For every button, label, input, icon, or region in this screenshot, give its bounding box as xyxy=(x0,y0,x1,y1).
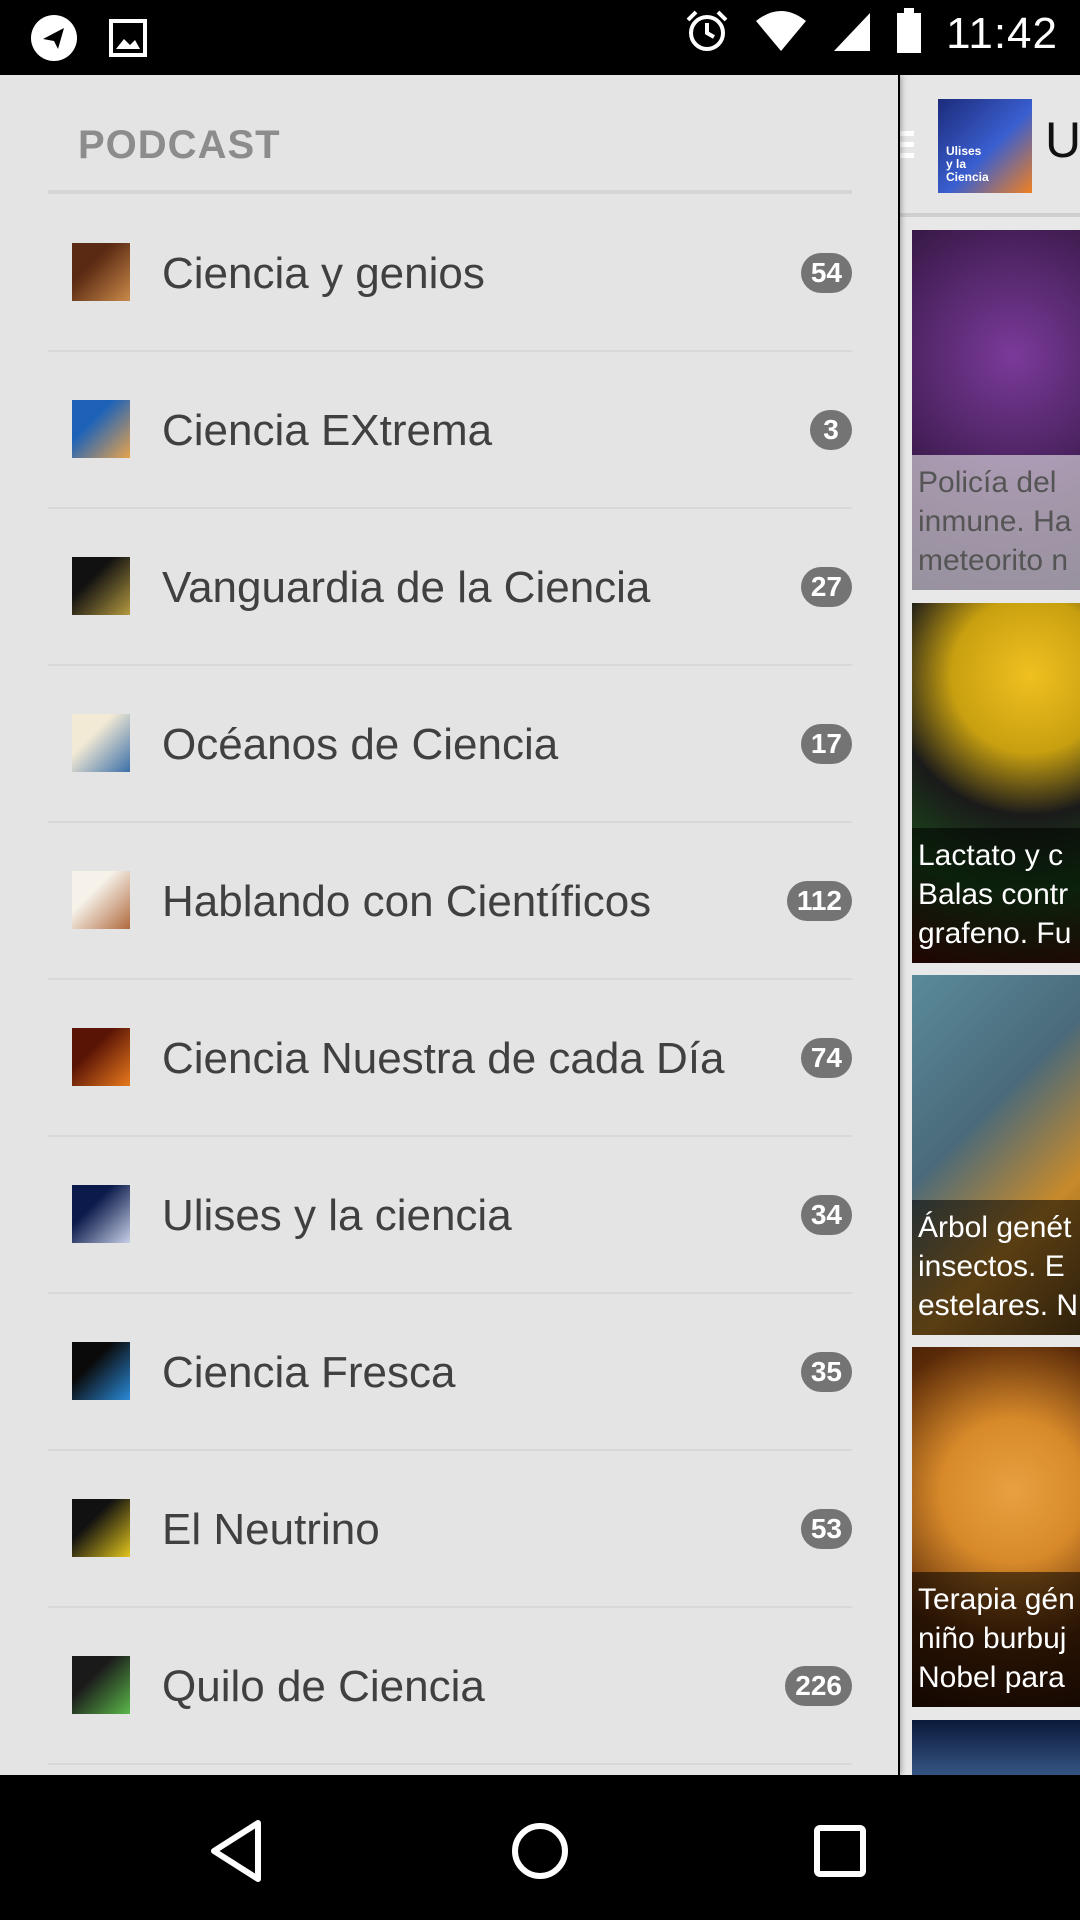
navigation-drawer: PODCAST Ciencia y genios 54 Ciencia EXtrem… xyxy=(0,75,898,1775)
podcast-thumbnail-icon xyxy=(72,243,130,301)
card-caption: Lactato y c Balas contr grafeno. Fu xyxy=(912,828,1080,963)
episode-count-badge: 3 xyxy=(810,410,852,450)
podcast-item-label: Ciencia Nuestra de cada Día xyxy=(162,1034,725,1083)
recents-icon[interactable] xyxy=(800,1811,880,1891)
podcast-item-label: Quilo de Ciencia xyxy=(162,1662,485,1711)
episode-count-badge: 17 xyxy=(800,724,852,764)
card-image xyxy=(912,1720,1080,1780)
podcast-item-label: Océanos de Ciencia xyxy=(162,720,559,769)
alarm-icon xyxy=(684,8,730,59)
podcast-item[interactable]: Ciencia Fresca 35 xyxy=(48,1294,852,1451)
menu-icon[interactable] xyxy=(900,131,914,161)
telegram-icon xyxy=(30,14,78,67)
episode-card[interactable]: Árbol genét insectos. E estelares. N xyxy=(912,975,1080,1335)
card-line: niño burbuj xyxy=(918,1622,1067,1655)
episode-card[interactable]: Terapia gén niño burbuj Nobel para xyxy=(912,1347,1080,1707)
battery-icon xyxy=(896,8,922,59)
card-line: meteorito n xyxy=(918,544,1069,577)
navigation-bar xyxy=(0,1775,1080,1920)
divider xyxy=(48,190,852,194)
card-line: Balas contr xyxy=(918,878,1069,911)
card-caption: Policía del inmune. Ha meteorito n xyxy=(912,455,1080,590)
episode-count-badge: 112 xyxy=(786,881,852,921)
episode-count-badge: 53 xyxy=(800,1509,852,1549)
main-content: Ulises y la Ciencia U Policía del inmune… xyxy=(900,75,1080,1780)
card-line: grafeno. Fu xyxy=(918,917,1072,950)
app-title: U xyxy=(1045,112,1080,168)
episode-count-badge: 35 xyxy=(800,1352,852,1392)
wifi-icon xyxy=(754,9,808,58)
podcast-item[interactable]: Hablando con Científicos 112 xyxy=(48,823,852,980)
card-line: Árbol genét xyxy=(918,1211,1072,1244)
podcast-thumbnail-icon xyxy=(72,714,130,772)
episode-count-badge: 54 xyxy=(800,253,852,293)
podcast-thumbnail-icon xyxy=(72,1028,130,1086)
podcast-item[interactable]: El Neutrino 53 xyxy=(48,1451,852,1608)
episode-count-badge: 27 xyxy=(800,567,852,607)
drawer-header: PODCAST xyxy=(78,123,281,167)
podcast-item-label: Vanguardia de la Ciencia xyxy=(162,563,651,612)
podcast-thumbnail-icon xyxy=(72,400,130,458)
card-line: insectos. E xyxy=(918,1250,1065,1283)
card-line: estelares. N xyxy=(918,1289,1079,1322)
podcast-item[interactable]: Ciencia Nuestra de cada Día 74 xyxy=(48,980,852,1137)
podcast-item-label: Ciencia Fresca xyxy=(162,1348,456,1397)
podcast-item-label: El Neutrino xyxy=(162,1505,380,1554)
episode-count-badge: 74 xyxy=(800,1038,852,1078)
card-line: Policía del xyxy=(918,466,1057,499)
podcast-thumbnail-icon xyxy=(72,1499,130,1557)
image-icon xyxy=(108,18,148,63)
episode-card[interactable]: Lactato y c Balas contr grafeno. Fu xyxy=(912,603,1080,963)
podcast-list: Ciencia y genios 54 Ciencia EXtrema 3 Vangua… xyxy=(48,195,852,1765)
podcast-thumbnail-icon xyxy=(72,1185,130,1243)
status-bar: 11:42 xyxy=(0,0,1080,75)
home-icon[interactable] xyxy=(500,1811,580,1891)
podcast-item-label: Ciencia EXtrema xyxy=(162,406,493,455)
card-caption: Terapia gén niño burbuj Nobel para xyxy=(912,1572,1080,1707)
episode-card[interactable] xyxy=(912,1720,1080,1780)
podcast-item[interactable]: Vanguardia de la Ciencia 27 xyxy=(48,509,852,666)
podcast-item-label: Ulises y la ciencia xyxy=(162,1191,512,1240)
podcast-item[interactable]: Quilo de Ciencia 226 xyxy=(48,1608,852,1765)
episode-count-badge: 34 xyxy=(800,1195,852,1235)
signal-icon xyxy=(832,9,872,58)
card-caption: Árbol genét insectos. E estelares. N xyxy=(912,1200,1080,1335)
podcast-item-label: Hablando con Científicos xyxy=(162,877,652,926)
episode-card[interactable]: Policía del inmune. Ha meteorito n xyxy=(912,230,1080,590)
podcast-thumbnail-icon xyxy=(72,1342,130,1400)
card-line: inmune. Ha xyxy=(918,505,1072,538)
episode-count-badge: 226 xyxy=(785,1666,852,1706)
podcast-item[interactable]: Ciencia EXtrema 3 xyxy=(48,352,852,509)
back-icon[interactable] xyxy=(200,1811,280,1891)
app-toolbar: Ulises y la Ciencia U xyxy=(900,75,1080,217)
card-line: Nobel para xyxy=(918,1661,1065,1694)
podcast-thumbnail-icon xyxy=(72,871,130,929)
podcast-thumbnail-icon xyxy=(72,557,130,615)
logo-line-3: Ciencia xyxy=(946,170,989,184)
podcast-item[interactable]: Ciencia y genios 54 xyxy=(48,195,852,352)
clock: 11:42 xyxy=(946,8,1058,58)
podcast-item[interactable]: Océanos de Ciencia 17 xyxy=(48,666,852,823)
card-line: Lactato y c xyxy=(918,839,1064,872)
app-logo: Ulises y la Ciencia xyxy=(938,99,1032,193)
podcast-thumbnail-icon xyxy=(72,1656,130,1714)
card-line: Terapia gén xyxy=(918,1583,1075,1616)
podcast-item[interactable]: Ulises y la ciencia 34 xyxy=(48,1137,852,1294)
podcast-item-label: Ciencia y genios xyxy=(162,249,485,298)
